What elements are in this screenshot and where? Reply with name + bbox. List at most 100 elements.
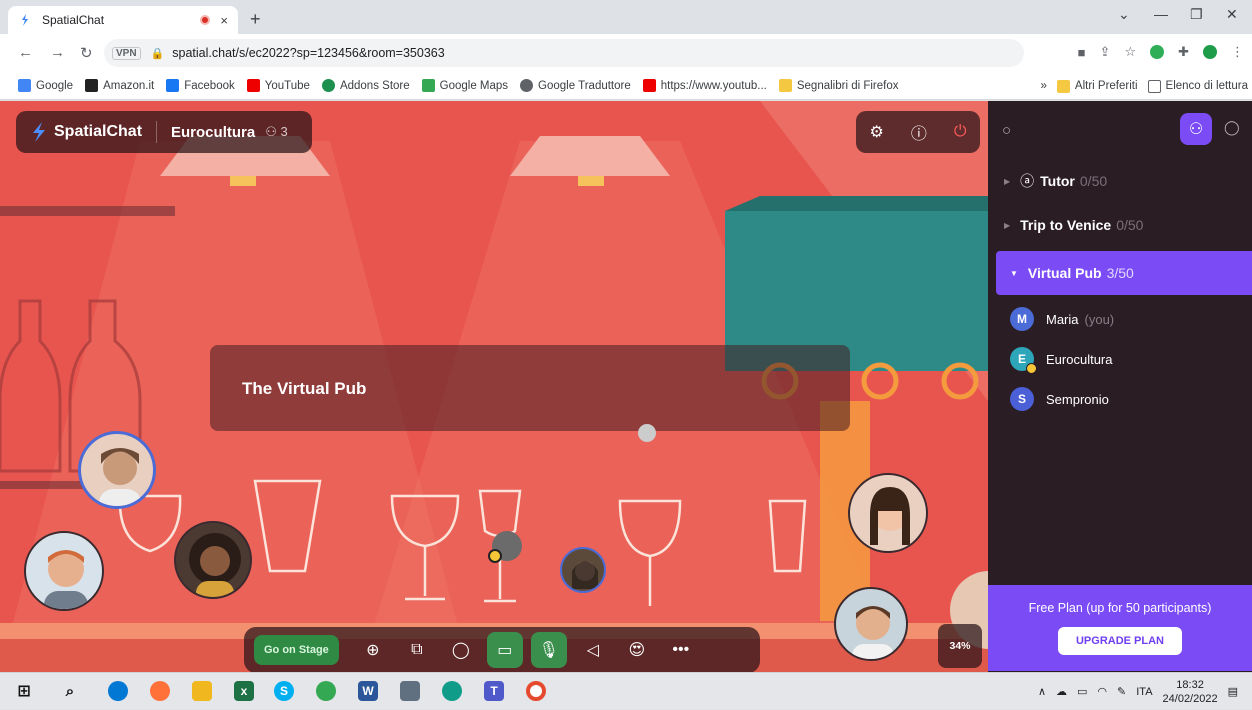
excel-icon[interactable]: x: [234, 681, 254, 701]
bookmark-facebook[interactable]: Facebook: [166, 79, 235, 92]
screen-share-icon[interactable]: ⧉: [399, 632, 435, 668]
media-controls-bar: Go on Stage ⊕ ⧉ ◯ ▭ 🎙 ◁ 😍 •••: [244, 627, 760, 672]
extension-shield-icon[interactable]: [1203, 45, 1217, 59]
people-tab-icon[interactable]: ⚇: [1180, 113, 1212, 145]
back-icon[interactable]: ←: [18, 44, 33, 61]
divider: [156, 121, 158, 143]
firefox-icon[interactable]: [150, 681, 170, 701]
bookmark-firefox-folder[interactable]: Segnalibri di Firefox: [778, 79, 899, 92]
extensions-puzzle-icon[interactable]: ✚: [1178, 44, 1189, 60]
onedrive-icon[interactable]: ☁: [1056, 685, 1067, 698]
participant-avatar[interactable]: [174, 521, 252, 599]
lock-icon[interactable]: 🔒: [151, 47, 165, 60]
address-bar[interactable]: VPN 🔒 spatial.chat/s/ec2022?sp=123456&ro…: [104, 39, 1024, 67]
room-trip-to-venice[interactable]: ▶ Trip to Venice 0/50: [988, 203, 1252, 247]
extensions-area: ■ ⇪ ☆ ✚ ⋮: [1078, 44, 1244, 60]
chrome-canary-icon[interactable]: [526, 681, 546, 701]
brand-name: SpatialChat: [54, 123, 143, 140]
clock[interactable]: 18:32 24/02/2022: [1163, 678, 1218, 706]
megaphone-icon[interactable]: ◁: [575, 632, 611, 668]
plus-icon[interactable]: ⊕: [355, 632, 391, 668]
participant-maria[interactable]: M Maria (you): [988, 299, 1252, 339]
participant-avatar[interactable]: [848, 473, 928, 553]
browser-menu-icon[interactable]: ⋮: [1231, 44, 1244, 60]
reload-icon[interactable]: ↻: [80, 44, 93, 62]
lock-room-icon: ⓐ: [1020, 173, 1035, 189]
plan-text: Free Plan (up for 50 participants): [1028, 601, 1212, 615]
bookmark-youtube[interactable]: YouTube: [246, 79, 310, 92]
close-window-icon[interactable]: ✕: [1226, 6, 1238, 23]
camera-icon[interactable]: ▭: [486, 632, 523, 668]
upgrade-plan-button[interactable]: UPGRADE PLAN: [1057, 627, 1182, 655]
tab-spatialchat[interactable]: SpatialChat ×: [8, 6, 238, 34]
go-on-stage-button[interactable]: Go on Stage: [254, 635, 339, 665]
browser-toolbar: ← → ↻ VPN 🔒 spatial.chat/s/ec2022?sp=123…: [0, 34, 1252, 72]
tab-search-icon[interactable]: ⌄: [1118, 6, 1130, 23]
vpn-icon[interactable]: VPN: [112, 46, 141, 60]
tab-close-icon[interactable]: ×: [220, 13, 228, 28]
room-tutor[interactable]: ▶ ⓐ Tutor 0/50: [988, 159, 1252, 203]
amazon-icon: [85, 79, 99, 92]
show-hidden-icons-icon[interactable]: ∧: [1038, 685, 1046, 698]
spatial-room-canvas[interactable]: SpatialChat Eurocultura ⚇ 3 ⚙ ⓘ ⏻ The Vi…: [0, 101, 988, 672]
room-sign-title: The Virtual Pub: [242, 379, 367, 398]
bookmark-amazon[interactable]: Amazon.it: [85, 79, 154, 92]
participant-eurocultura[interactable]: E Eurocultura: [988, 339, 1252, 379]
help-icon[interactable]: ⓘ: [911, 120, 927, 144]
bookmark-google-maps[interactable]: Google Maps: [421, 79, 508, 92]
bookmark-google-traduttore[interactable]: Google Traduttore: [520, 79, 631, 92]
wifi-icon[interactable]: ◠: [1097, 685, 1107, 698]
recording-icon: [200, 15, 211, 25]
microphone-icon[interactable]: 🎙: [530, 632, 567, 668]
pen-icon[interactable]: ✎: [1117, 685, 1126, 698]
participant-avatar[interactable]: [834, 587, 908, 661]
language-indicator[interactable]: ITA: [1136, 686, 1152, 698]
new-tab-button[interactable]: +: [250, 9, 261, 30]
calculator-icon[interactable]: [400, 681, 420, 701]
reading-list[interactable]: Elenco di lettura: [1147, 79, 1248, 93]
share-icon[interactable]: ⇪: [1100, 44, 1111, 60]
file-explorer-icon[interactable]: [192, 681, 212, 701]
bookmarks-overflow-icon[interactable]: »: [1041, 80, 1047, 92]
reading-list-icon: [1147, 79, 1161, 93]
zoom-level[interactable]: 34%: [938, 624, 982, 668]
chat-tab-icon[interactable]: ◯: [1224, 119, 1240, 136]
skype-icon[interactable]: S: [274, 681, 294, 701]
restore-icon[interactable]: ❐: [1190, 6, 1203, 23]
url-text[interactable]: spatial.chat/s/ec2022?sp=123456&room=350…: [172, 46, 444, 60]
bookmark-youtube-link[interactable]: https://www.youtub...: [642, 79, 767, 92]
space-name[interactable]: Eurocultura: [171, 124, 255, 141]
bookmark-addons-store[interactable]: Addons Store: [321, 79, 410, 92]
participant-avatar[interactable]: [24, 531, 104, 611]
participant-sempronio[interactable]: S Sempronio: [988, 379, 1252, 419]
chat-icon[interactable]: ◯: [443, 632, 479, 668]
bookmark-star-icon[interactable]: ☆: [1124, 44, 1136, 60]
word-icon[interactable]: W: [358, 681, 378, 701]
notifications-icon[interactable]: ▤: [1228, 685, 1238, 698]
power-icon[interactable]: ⏻: [954, 123, 967, 141]
search-icon[interactable]: ○: [1002, 122, 1011, 139]
settings-icon[interactable]: ⚙: [869, 122, 883, 142]
bookmark-altri-preferiti[interactable]: Altri Preferiti: [1056, 79, 1138, 93]
emoji-icon[interactable]: 😍: [619, 632, 655, 668]
bookmark-google[interactable]: Google: [18, 79, 73, 92]
search-icon[interactable]: ⌕: [60, 681, 80, 701]
system-tray: ∧ ☁ ▭ ◠ ✎ ITA 18:32 24/02/2022 ▤: [1038, 673, 1238, 710]
room-virtual-pub[interactable]: ▼ Virtual Pub 3/50: [996, 251, 1252, 295]
forward-icon[interactable]: →: [50, 44, 65, 61]
edge-icon[interactable]: [442, 681, 462, 701]
minimize-icon[interactable]: —: [1154, 6, 1168, 22]
more-icon[interactable]: •••: [663, 632, 699, 668]
chrome-icon[interactable]: [316, 681, 336, 701]
extension-ab-icon[interactable]: [1150, 45, 1165, 59]
windows-start-icon[interactable]: ⊞: [14, 681, 34, 701]
participant-avatar[interactable]: [78, 431, 156, 509]
participant-avatar-small[interactable]: [638, 424, 656, 442]
my-avatar[interactable]: [560, 547, 606, 593]
room-sign: The Virtual Pub: [210, 345, 850, 431]
teams-icon[interactable]: T: [484, 681, 504, 701]
edge-legacy-icon[interactable]: [108, 681, 128, 701]
participants-count[interactable]: ⚇ 3: [265, 124, 288, 140]
camera-indicator-icon[interactable]: ■: [1078, 45, 1086, 60]
battery-icon[interactable]: ▭: [1077, 685, 1087, 698]
